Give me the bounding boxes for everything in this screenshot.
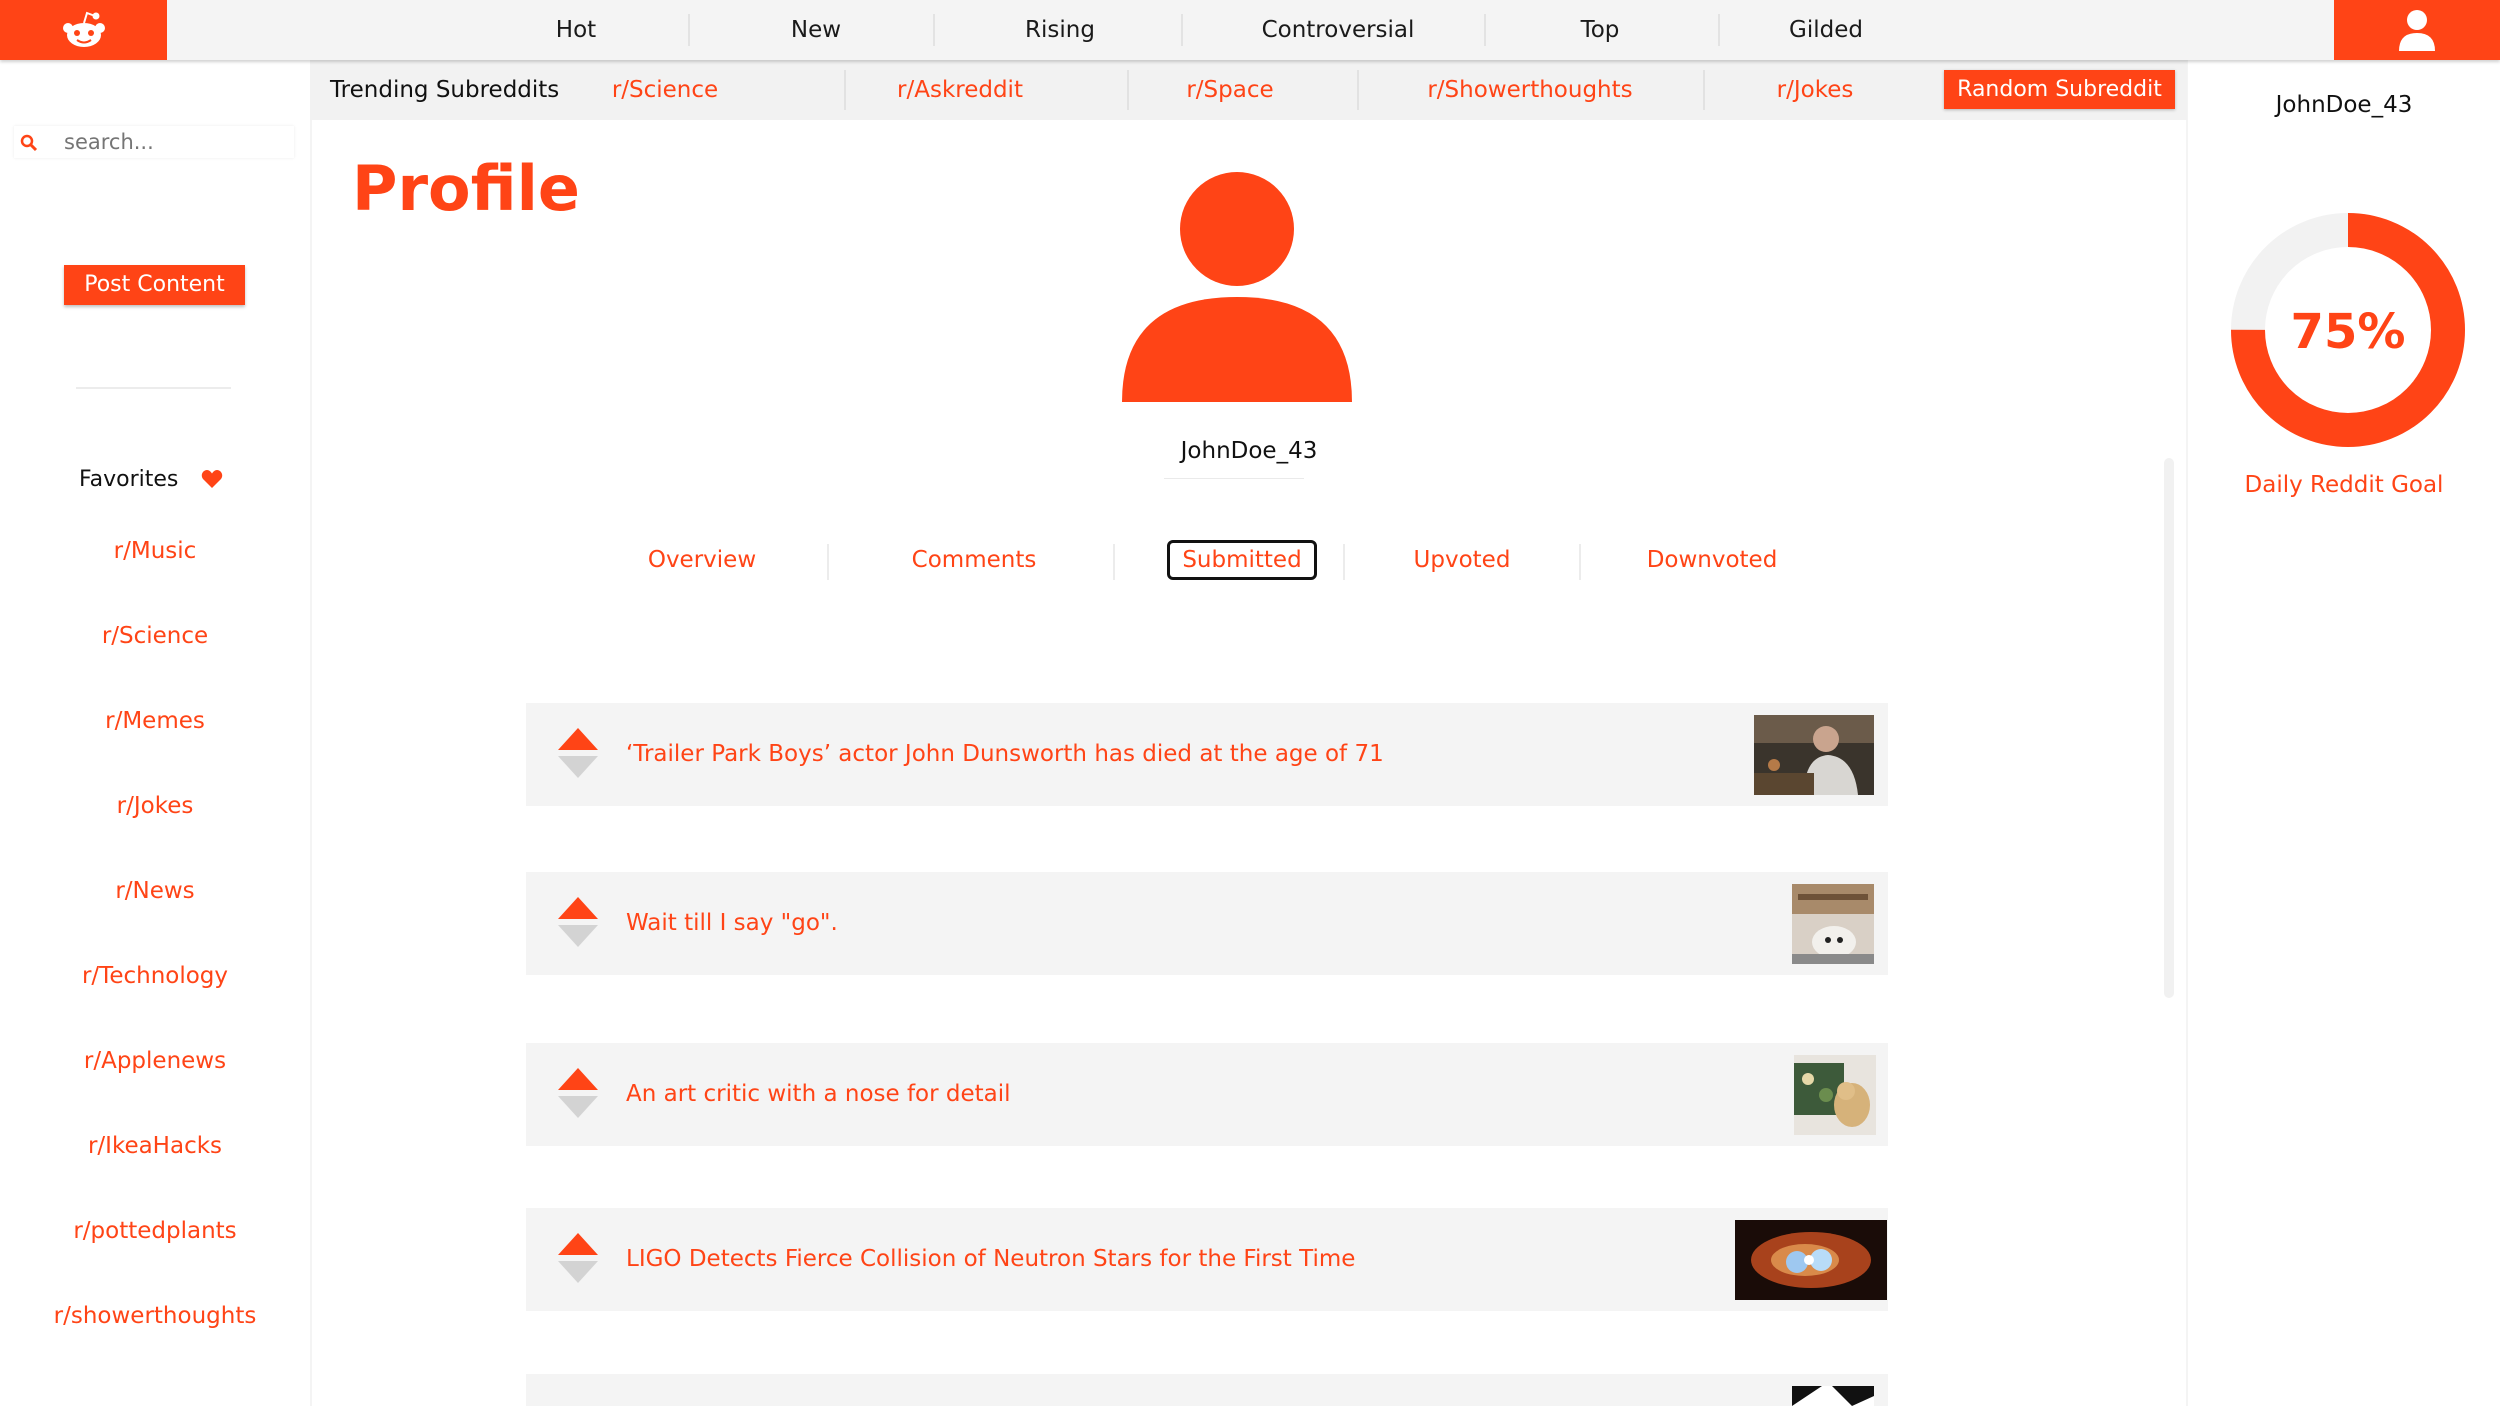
post-thumbnail[interactable] (1754, 715, 1874, 795)
post-item[interactable]: An art critic with a nose for detail (526, 1043, 1888, 1146)
trending-title: Trending Subreddits (330, 77, 560, 103)
favorite-technology[interactable]: r/Technology (0, 963, 310, 989)
upvote-arrow-icon[interactable] (558, 1068, 598, 1090)
user-icon (2399, 10, 2435, 51)
trending-jokes[interactable]: r/Jokes (1750, 60, 1880, 120)
trending-separator (1703, 70, 1705, 110)
favorite-music[interactable]: r/Music (0, 538, 310, 564)
nav-tab-top[interactable]: Top (1540, 0, 1660, 60)
favorites-heading: Favorites (79, 466, 223, 492)
favorites-label: Favorites (79, 467, 179, 492)
favorite-applenews[interactable]: r/Applenews (0, 1048, 310, 1074)
post-content-button[interactable]: Post Content (64, 265, 245, 305)
username-underline (1164, 478, 1304, 479)
post-title[interactable]: ‘Trailer Park Boys’ actor John Dunsworth… (626, 703, 1384, 806)
daily-goal-progress-ring: 75% (2231, 213, 2465, 447)
favorite-news[interactable]: r/News (0, 878, 310, 904)
trending-separator (1127, 70, 1129, 110)
top-navigation-bar: Hot New Rising Controversial Top Gilded (0, 0, 2500, 60)
tab-separator (1579, 544, 1581, 580)
nav-tab-gilded[interactable]: Gilded (1756, 0, 1896, 60)
trending-subreddits-bar: Trending Subreddits r/Science r/Askreddi… (310, 60, 2187, 120)
favorite-pottedplants[interactable]: r/pottedplants (0, 1218, 310, 1244)
page-title: Profile (352, 152, 580, 225)
nav-separator (688, 14, 690, 46)
favorite-science[interactable]: r/Science (0, 623, 310, 649)
daily-goal-label: Daily Reddit Goal (2244, 472, 2444, 498)
nav-tab-controversial[interactable]: Controversial (1233, 0, 1443, 60)
search-input[interactable] (64, 128, 284, 156)
trending-askreddit[interactable]: r/Askreddit (870, 60, 1050, 120)
favorite-jokes[interactable]: r/Jokes (0, 793, 310, 819)
nav-tab-hot[interactable]: Hot (506, 0, 646, 60)
profile-main-panel: Profile JohnDoe_43 Overview Comments Sub… (312, 120, 2186, 1406)
downvote-arrow-icon[interactable] (558, 756, 598, 778)
tab-separator (1343, 544, 1345, 580)
user-account-button[interactable] (2334, 0, 2500, 60)
left-sidebar: Post Content Favorites r/Music r/Science… (0, 60, 310, 1406)
upvote-arrow-icon[interactable] (558, 728, 598, 750)
post-item[interactable]: Wait till I say "go". (526, 872, 1888, 975)
trending-space[interactable]: r/Space (1170, 60, 1290, 120)
post-title[interactable]: An art critic with a nose for detail (626, 1043, 1011, 1146)
post-thumbnail[interactable] (1792, 1386, 1874, 1406)
nav-tab-new[interactable]: New (746, 0, 886, 60)
post-title[interactable]: Wait till I say "go". (626, 872, 838, 975)
downvote-arrow-icon[interactable] (558, 1096, 598, 1118)
trending-science[interactable]: r/Science (610, 60, 720, 120)
nav-separator (1181, 14, 1183, 46)
tab-overview[interactable]: Overview (612, 540, 792, 580)
upvote-arrow-icon[interactable] (558, 1233, 598, 1255)
favorite-memes[interactable]: r/Memes (0, 708, 310, 734)
search-icon (20, 134, 38, 152)
heart-icon (202, 470, 223, 488)
tab-downvoted[interactable]: Downvoted (1612, 540, 1812, 580)
nav-separator (1484, 14, 1486, 46)
post-title[interactable]: LIGO Detects Fierce Collision of Neutron… (626, 1208, 1355, 1311)
downvote-arrow-icon[interactable] (558, 925, 598, 947)
sidebar-username: JohnDoe_43 (2275, 92, 2413, 118)
goal-percent-text: 75% (2291, 304, 2406, 360)
random-subreddit-button[interactable]: Random Subreddit (1944, 70, 2175, 109)
sidebar-divider (76, 387, 231, 389)
downvote-arrow-icon[interactable] (558, 1261, 598, 1283)
scrollbar[interactable] (2164, 458, 2174, 998)
reddit-alien-icon (62, 11, 105, 47)
nav-separator (933, 14, 935, 46)
right-panel: JohnDoe_43 75% Daily Reddit Goal (2188, 60, 2500, 1406)
upvote-arrow-icon[interactable] (558, 897, 598, 919)
profile-username: JohnDoe_43 (1180, 438, 1318, 464)
tab-separator (827, 544, 829, 580)
post-thumbnail[interactable] (1794, 1055, 1876, 1135)
post-thumbnail[interactable] (1735, 1220, 1887, 1300)
favorite-showerthoughts[interactable]: r/showerthoughts (0, 1303, 310, 1329)
search-box[interactable] (14, 126, 294, 158)
post-item[interactable]: ‘Trailer Park Boys’ actor John Dunsworth… (526, 703, 1888, 806)
nav-tab-rising[interactable]: Rising (990, 0, 1130, 60)
reddit-logo-button[interactable] (0, 0, 167, 60)
tab-comments[interactable]: Comments (884, 540, 1064, 580)
tab-upvoted[interactable]: Upvoted (1372, 540, 1552, 580)
profile-avatar-icon (1122, 172, 1352, 402)
nav-separator (1718, 14, 1720, 46)
favorite-ikeahacks[interactable]: r/IkeaHacks (0, 1133, 310, 1159)
tab-separator (1113, 544, 1115, 580)
trending-showerthoughts[interactable]: r/Showerthoughts (1420, 60, 1640, 120)
trending-separator (1357, 70, 1359, 110)
tab-submitted[interactable]: Submitted (1167, 540, 1317, 580)
post-item[interactable]: LIGO Detects Fierce Collision of Neutron… (526, 1208, 1888, 1311)
trending-separator (844, 70, 846, 110)
post-item[interactable] (526, 1374, 1888, 1406)
post-thumbnail[interactable] (1792, 884, 1874, 964)
